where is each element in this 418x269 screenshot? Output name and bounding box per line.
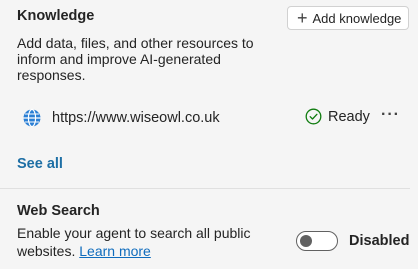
- knowledge-item[interactable]: https://www.wiseowl.co.uk Ready ···: [22, 106, 410, 130]
- settings-panel: Knowledge + Add knowledge Add data, file…: [0, 0, 418, 269]
- knowledge-description-line-1: Add data, files, and other resources to: [17, 35, 254, 51]
- add-knowledge-button[interactable]: + Add knowledge: [287, 6, 409, 30]
- web-search-description-line-2: websites. Learn more: [17, 243, 151, 259]
- knowledge-description-line-3: responses.: [17, 67, 86, 83]
- learn-more-link[interactable]: Learn more: [79, 243, 151, 259]
- web-search-toggle[interactable]: [296, 231, 338, 251]
- add-knowledge-label: Add knowledge: [312, 10, 402, 26]
- knowledge-title: Knowledge: [17, 8, 95, 24]
- plus-icon: +: [297, 8, 308, 28]
- toggle-knob: [300, 235, 312, 247]
- knowledge-item-status: Ready: [305, 108, 370, 125]
- check-circle-icon: [305, 108, 322, 125]
- knowledge-item-status-label: Ready: [328, 108, 370, 125]
- knowledge-description-line-2: inform and improve AI-generated: [17, 51, 221, 67]
- see-all-link[interactable]: See all: [17, 156, 63, 172]
- more-options-icon[interactable]: ···: [381, 106, 400, 124]
- globe-icon: [23, 108, 41, 128]
- web-search-title: Web Search: [17, 203, 100, 219]
- web-search-description-prefix: websites.: [17, 243, 76, 259]
- web-search-description-line-1: Enable your agent to search all public: [17, 225, 251, 241]
- web-search-toggle-label: Disabled: [349, 233, 410, 249]
- section-divider: [0, 188, 410, 189]
- knowledge-item-url: https://www.wiseowl.co.uk: [52, 110, 220, 126]
